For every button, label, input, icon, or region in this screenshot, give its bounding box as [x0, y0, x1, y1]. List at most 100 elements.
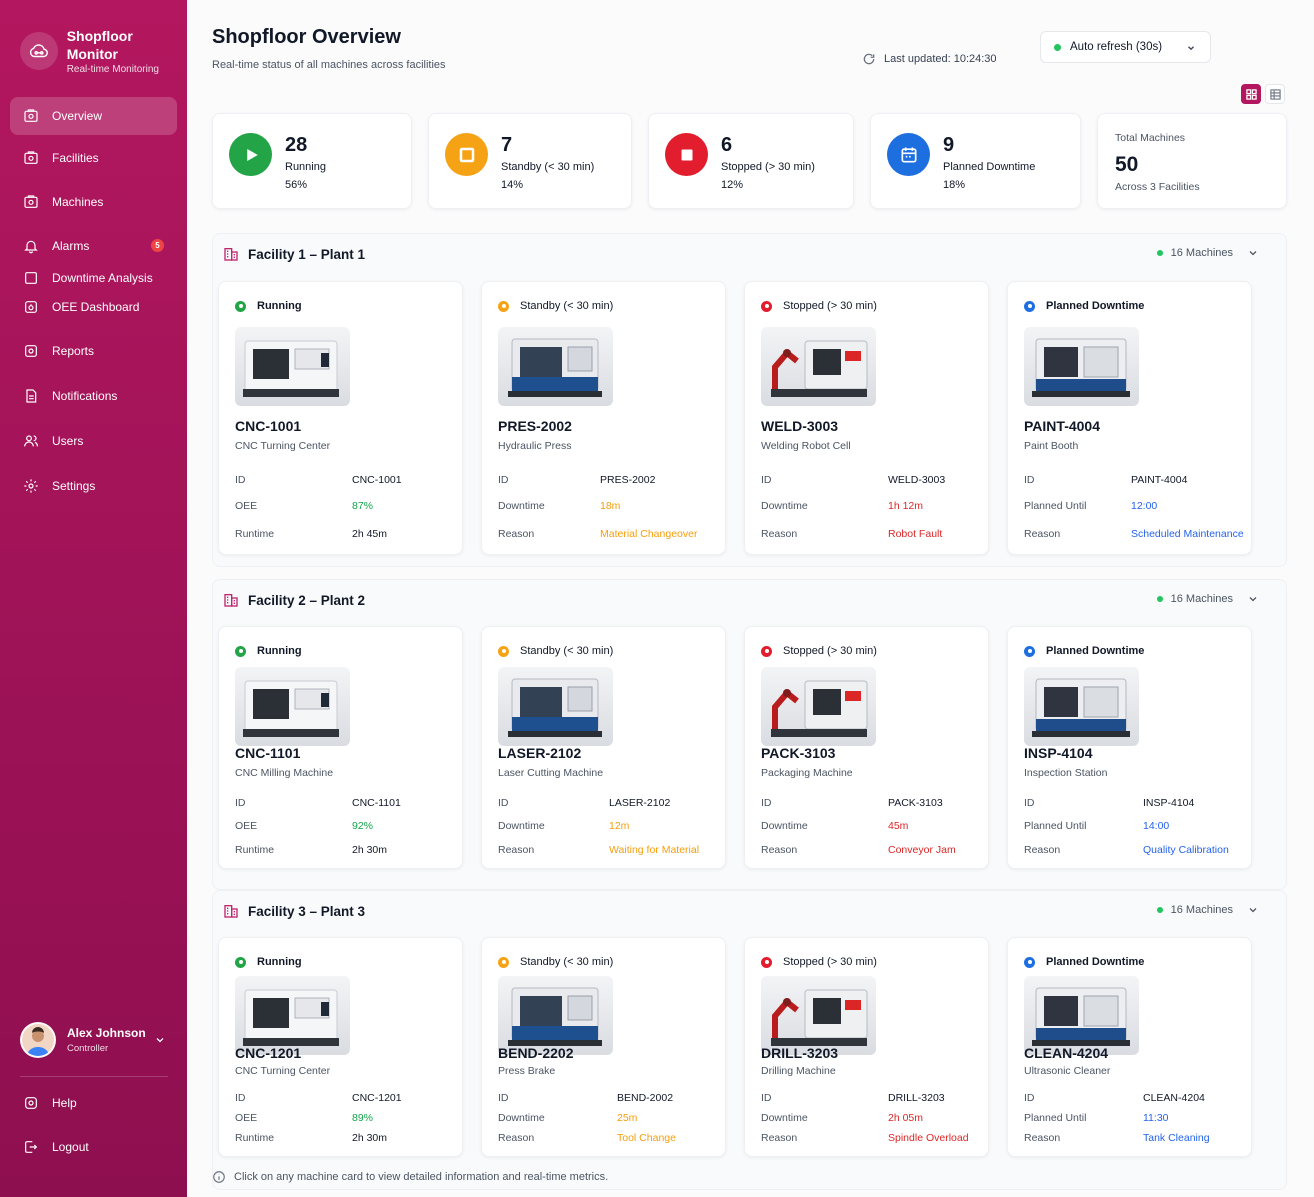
sidebar-item-users[interactable]: Users — [10, 422, 177, 460]
facility-count-text: 16 Machines — [1170, 593, 1233, 605]
sidebar-item-label: Settings — [52, 479, 96, 493]
sidebar-item-downtime-analysis-wrap: Downtime Analysis — [10, 267, 177, 289]
field-value: DRILL-3203 — [888, 1092, 945, 1104]
machine-name: CNC-1001 — [235, 418, 302, 434]
field-label: ID — [235, 797, 246, 809]
sidebar-item-reports[interactable]: Reports — [10, 332, 177, 370]
stat-card-planned[interactable]: 9 Planned Downtime 18% — [870, 113, 1081, 209]
machine-type: CNC Turning Center — [235, 1065, 331, 1077]
machine-card[interactable]: Stopped (> 30 min) DRILL-3203 Drilling Mac… — [744, 937, 989, 1157]
machine-card[interactable]: Standby (< 30 min) PRES-2002 Hydraulic Pre… — [481, 281, 726, 555]
sidebar-item-notifications[interactable]: Notifications — [10, 377, 177, 415]
status-dot-icon — [498, 300, 509, 312]
sidebar-item-overview[interactable]: Overview — [10, 97, 177, 135]
machine-card[interactable]: Stopped (> 30 min) WELD-3003 Welding Robot… — [744, 281, 989, 555]
gear-icon — [24, 479, 38, 493]
chevron-down-icon[interactable] — [1247, 593, 1259, 605]
field-value: CNC-1101 — [352, 797, 401, 809]
refresh-status-dot — [1054, 43, 1061, 51]
status-label: Stopped (> 30 min) — [783, 645, 877, 657]
stat-card-total[interactable]: Total Machines 50 Across 3 Facilities — [1097, 113, 1287, 209]
grid-view-button[interactable] — [1241, 84, 1261, 104]
stat-percent: 12% — [721, 179, 744, 191]
sidebar-item-oee-dashboard[interactable]: OEE Dashboard — [10, 288, 177, 326]
last-updated-text: Last updated: 10:24:30 — [884, 53, 997, 65]
footer-note: Click on any machine card to view detail… — [212, 1170, 608, 1184]
field-label: Downtime — [761, 820, 808, 832]
sidebar-item-machines[interactable]: Machines — [10, 183, 177, 221]
sidebar-item-label: OEE Dashboard — [52, 300, 140, 314]
stat-card-running[interactable]: 28 Running 56% — [212, 113, 412, 209]
calendar-icon — [887, 133, 930, 176]
machine-card[interactable]: Stopped (> 30 min) PACK-3103 Packaging Mac… — [744, 626, 989, 869]
app-subtitle: Real-time Monitoring — [66, 64, 159, 75]
facility-title: Facility 2 – Plant 2 — [248, 592, 366, 608]
refresh-icon[interactable] — [862, 52, 876, 66]
field-label: Reason — [498, 528, 535, 540]
field-value: PACK-3103 — [888, 797, 943, 809]
machine-card[interactable]: Planned Downtime INSP-4104 Inspection Stat… — [1007, 626, 1252, 869]
machine-card[interactable]: Planned Downtime PAINT-4004 Paint Booth ID P… — [1007, 281, 1252, 555]
field-label: Reason — [1024, 528, 1061, 540]
stat-percent: 14% — [501, 179, 524, 191]
machine-name: LASER-2102 — [498, 745, 582, 761]
chevron-down-icon[interactable] — [1247, 904, 1259, 916]
field-label: Reason — [498, 1132, 535, 1144]
field-value: Scheduled Maintenance — [1131, 528, 1244, 540]
machine-image — [761, 667, 876, 746]
field-value: 18m — [600, 500, 621, 512]
sidebar-item-label: Machines — [52, 195, 104, 209]
field-label: Planned Until — [1024, 500, 1087, 512]
sidebar-item-downtime-analysis[interactable]: Downtime Analysis — [10, 267, 177, 289]
auto-refresh-dropdown[interactable]: Auto refresh (30s) — [1040, 31, 1211, 63]
machine-card[interactable]: Standby (< 30 min) BEND-2202 Press Brake ID… — [481, 937, 726, 1157]
machine-card[interactable]: Running CNC-1101 CNC Milling Machine ID CNC-… — [218, 626, 463, 869]
list-view-button[interactable] — [1265, 84, 1285, 104]
field-value: Conveyor Jam — [888, 844, 956, 856]
brand[interactable]: Shopfloor Monitor Real-time Monitoring — [20, 27, 187, 75]
sidebar-item-help[interactable]: Help — [10, 1084, 177, 1122]
sidebar-item-label: Overview — [52, 109, 103, 123]
field-label: Reason — [761, 1132, 798, 1144]
machine-status: Planned Downtime — [1024, 956, 1144, 968]
machine-name: PRES-2002 — [498, 418, 572, 434]
total-subtitle: Across 3 Facilities — [1115, 181, 1200, 193]
machine-type: Ultrasonic Cleaner — [1024, 1065, 1111, 1077]
machine-name: CNC-1101 — [235, 745, 301, 761]
field-value: 14:00 — [1143, 820, 1170, 832]
sidebar-item-settings[interactable]: Settings — [10, 467, 177, 505]
user-profile[interactable]: Alex Johnson Controller — [20, 1022, 170, 1058]
stat-card-standby[interactable]: 7 Standby (< 30 min) 14% — [428, 113, 632, 209]
info-icon — [213, 1171, 225, 1183]
sidebar-item-label: Alarms — [52, 239, 90, 253]
machine-card[interactable]: Planned Downtime CLEAN-4204 Ultrasonic Cle… — [1007, 937, 1252, 1157]
chevron-down-icon[interactable] — [154, 1034, 166, 1046]
stat-card-stopped[interactable]: 6 Stopped (> 30 min) 12% — [648, 113, 854, 209]
notification-icon — [26, 389, 37, 403]
machine-image — [1024, 976, 1139, 1055]
logout-icon — [25, 1141, 38, 1153]
sidebar-item-label: Notifications — [52, 389, 118, 403]
field-value: PAINT-4004 — [1131, 474, 1188, 486]
total-value: 50 — [1115, 153, 1139, 176]
sidebar-item-facilities[interactable]: Facilities — [10, 139, 177, 177]
facility-machine-count[interactable]: 16 Machines — [1156, 904, 1259, 916]
play-icon — [229, 133, 272, 176]
stat-label: Planned Downtime — [943, 161, 1036, 173]
field-label: ID — [1024, 1092, 1035, 1104]
machine-card[interactable]: Running CNC-1201 CNC Turning Center ID CNC-1… — [218, 937, 463, 1157]
machine-image — [1024, 667, 1139, 746]
facility-header: Facility 3 – Plant 3 — [223, 903, 365, 919]
machine-image — [761, 976, 876, 1055]
machine-type: Press Brake — [498, 1065, 556, 1077]
chart-icon — [25, 272, 37, 284]
chevron-down-icon[interactable] — [1247, 247, 1259, 259]
machine-card[interactable]: Standby (< 30 min) LASER-2102 Laser Cuttin… — [481, 626, 726, 869]
machine-type: Inspection Station — [1024, 767, 1108, 779]
facility-machine-count[interactable]: 16 Machines — [1156, 593, 1259, 605]
field-label: ID — [235, 1092, 246, 1104]
facility-machine-count[interactable]: 16 Machines — [1156, 247, 1259, 259]
sidebar-item-logout[interactable]: Logout — [10, 1128, 177, 1166]
machine-card[interactable]: Running CNC-1001 CNC Turning Center ID CNC-1… — [218, 281, 463, 555]
sidebar-item-alarms[interactable]: Alarms 5 — [10, 227, 177, 265]
